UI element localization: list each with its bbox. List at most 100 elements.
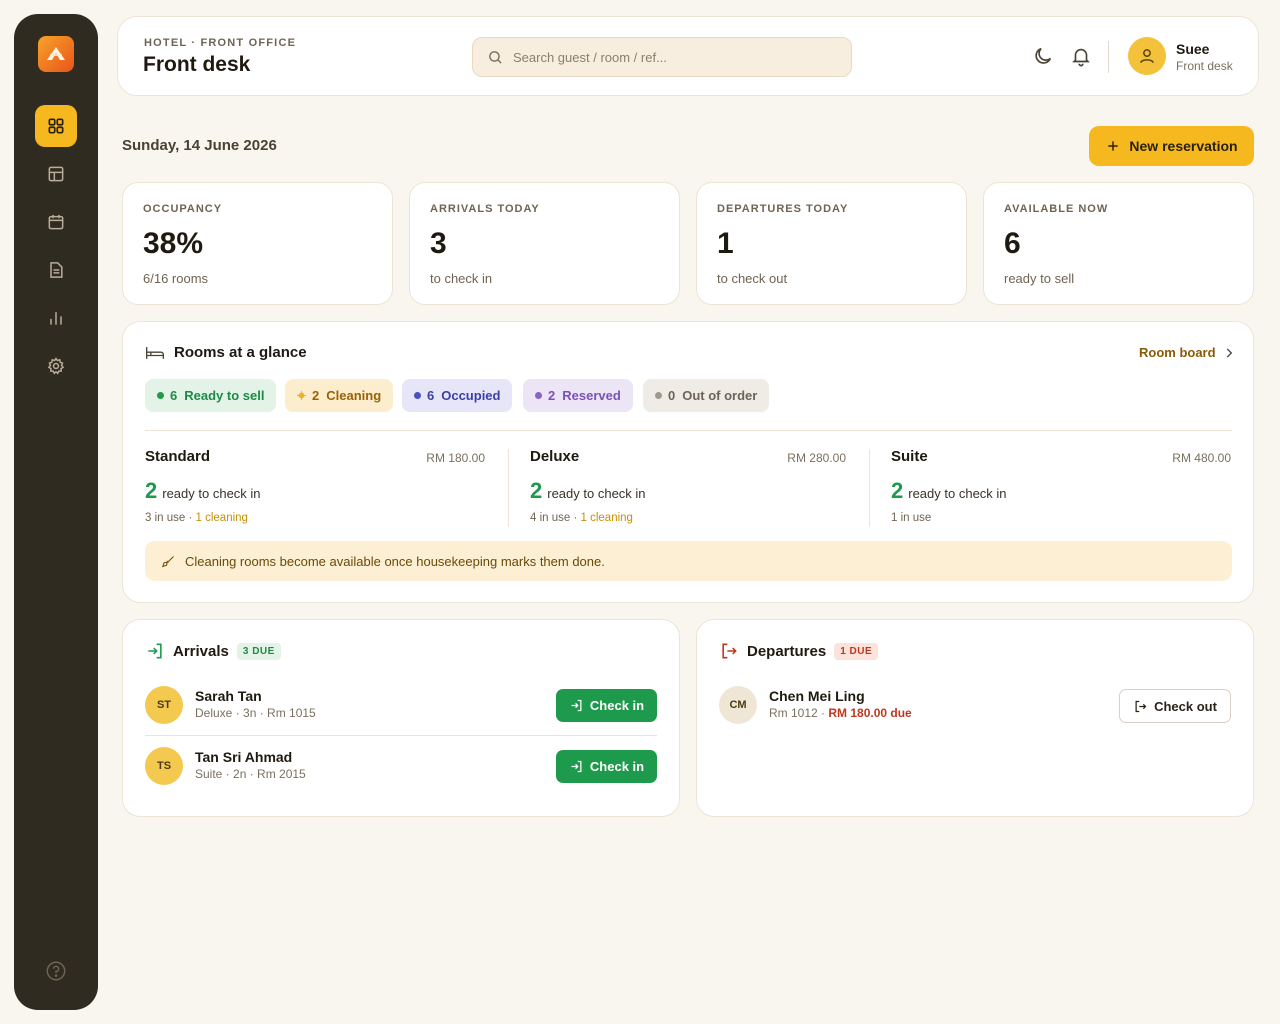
guest-name: Tan Sri Ahmad	[195, 749, 293, 765]
ready-text: ready to check in	[547, 486, 646, 501]
arrivals-title: Arrivals	[173, 642, 229, 660]
broom-icon	[161, 555, 174, 567]
check-in-button[interactable]: Check in	[556, 689, 657, 722]
sidebar-item-settings[interactable]	[35, 345, 77, 387]
new-reservation-button[interactable]: New reservation	[1089, 126, 1254, 166]
notifications-button[interactable]	[1070, 45, 1092, 67]
ready-text: ready to check in	[162, 486, 261, 501]
bed-icon	[146, 347, 164, 359]
departures-header: Departures 1 DUE	[719, 641, 879, 661]
user-name: Suee	[1176, 41, 1210, 57]
chip-reserved[interactable]: 2 Reserved	[523, 379, 633, 412]
chip-ready-to-sell[interactable]: 6 Ready to sell	[145, 379, 277, 412]
layout-icon	[48, 166, 64, 182]
check-out-button[interactable]: Check out	[1119, 689, 1231, 723]
sidebar-item-analytics[interactable]	[35, 297, 77, 339]
help-button[interactable]	[45, 960, 67, 982]
divider	[145, 430, 1232, 431]
guest-name: Chen Mei Ling	[769, 688, 865, 704]
stat-value: 6	[1004, 227, 1021, 260]
arrival-row: TS Tan Sri Ahmad Suite · 2n · Rm 2015 Ch…	[145, 742, 657, 792]
sidebar-item-rooms[interactable]	[35, 153, 77, 195]
status-dot	[535, 392, 542, 399]
room-type-name: Suite	[891, 448, 928, 465]
note-text: Cleaning rooms become available once hou…	[185, 553, 605, 569]
guest-detail: Suite · 2n · Rm 2015	[195, 767, 306, 781]
check-in-button[interactable]: Check in	[556, 750, 657, 783]
stat-value: 3	[430, 227, 447, 260]
room-board-label: Room board	[1139, 345, 1216, 360]
theme-toggle[interactable]	[1032, 45, 1054, 67]
housekeeping-note: Cleaning rooms become available once hou…	[145, 541, 1232, 581]
top-header: HOTEL · FRONT OFFICE Front desk Suee Fro…	[117, 16, 1259, 96]
chip-count: 6	[427, 388, 435, 403]
sidebar-item-calendar[interactable]	[35, 201, 77, 243]
chip-count: 0	[668, 388, 676, 403]
chevron-right-icon	[1226, 347, 1232, 358]
check-in-label: Check in	[589, 759, 645, 774]
room-type-ready: 2 ready to check in	[145, 478, 261, 504]
search-icon	[489, 51, 502, 64]
chip-label: Occupied	[441, 388, 501, 403]
sidebar-item-reports[interactable]	[35, 249, 77, 291]
bar-chart-icon	[50, 312, 62, 325]
room-type-usage: 3 in use · 1 cleaning	[145, 512, 248, 524]
chip-count: 2	[548, 388, 556, 403]
chip-label: Reserved	[562, 388, 621, 403]
stat-sub: to check in	[430, 271, 493, 286]
departures-panel: Departures 1 DUE CM Chen Mei Ling Rm 101…	[696, 619, 1254, 817]
user-avatar[interactable]	[1128, 37, 1166, 75]
stat-sub: ready to sell	[1004, 271, 1075, 286]
departures-title: Departures	[747, 642, 827, 660]
stat-value: 38%	[143, 227, 204, 260]
stat-card-arrivals: ARRIVALS TODAY 3 to check in	[409, 182, 680, 305]
room-board-link[interactable]: Room board	[1139, 345, 1236, 360]
room-type-name: Deluxe	[530, 448, 580, 465]
arrivals-due-badge: 3 DUE	[236, 642, 281, 660]
room-type-ready: 2 ready to check in	[530, 478, 646, 504]
usage-separator: ·	[185, 512, 196, 524]
chip-cleaning[interactable]: 2 Cleaning	[285, 379, 394, 412]
log-in-icon	[571, 699, 582, 712]
log-out-icon	[1135, 700, 1147, 712]
stat-sub: 6/16 rooms	[143, 271, 209, 286]
help-icon	[46, 961, 66, 981]
chip-label: Cleaning	[326, 388, 382, 403]
hotel-logo[interactable]	[38, 36, 74, 72]
bell-icon	[1072, 48, 1090, 67]
departure-row: CM Chen Mei Ling Rm 1012 · RM 180.00 due…	[719, 681, 1231, 731]
sparkle-icon	[297, 391, 306, 400]
ready-count: 2	[891, 478, 904, 503]
room-type-standard: Standard RM 180.00 2 ready to check in 3…	[145, 448, 485, 528]
chip-occupied[interactable]: 6 Occupied	[402, 379, 513, 412]
stat-card-occupancy: OCCUPANCY 38% 6/16 rooms	[122, 182, 393, 305]
sidebar	[14, 14, 98, 1010]
chip-count: 2	[312, 388, 320, 403]
chip-out-of-order[interactable]: 0 Out of order	[643, 379, 770, 412]
rooms-panel: Rooms at a glance Room board 6 Ready to …	[122, 321, 1254, 603]
column-divider	[508, 449, 509, 527]
in-use-text: 4 in use	[530, 512, 571, 524]
chip-label: Ready to sell	[184, 388, 265, 403]
room-type-price: RM 180.00	[426, 451, 485, 465]
search-input[interactable]	[513, 38, 843, 76]
guest-avatar: ST	[145, 686, 183, 724]
new-reservation-label: New reservation	[1129, 138, 1238, 154]
rooms-title: Rooms at a glance	[174, 344, 307, 361]
departures-due-badge: 1 DUE	[834, 642, 879, 660]
room-type-ready: 2 ready to check in	[891, 478, 1007, 504]
stat-label: DEPARTURES TODAY	[717, 203, 849, 215]
stat-card-departures: DEPARTURES TODAY 1 to check out	[696, 182, 967, 305]
arrivals-header: Arrivals 3 DUE	[145, 641, 281, 661]
sidebar-item-dashboard[interactable]	[35, 105, 77, 147]
ready-text: ready to check in	[908, 486, 1007, 501]
chip-count: 6	[170, 388, 178, 403]
status-dot	[655, 392, 662, 399]
row-divider	[145, 735, 657, 736]
log-in-icon	[148, 643, 162, 659]
document-icon	[50, 262, 63, 278]
guest-name: Sarah Tan	[195, 688, 262, 704]
moon-icon	[1035, 47, 1052, 64]
amount-due: RM 180.00 due	[828, 706, 912, 720]
status-dot	[414, 392, 421, 399]
